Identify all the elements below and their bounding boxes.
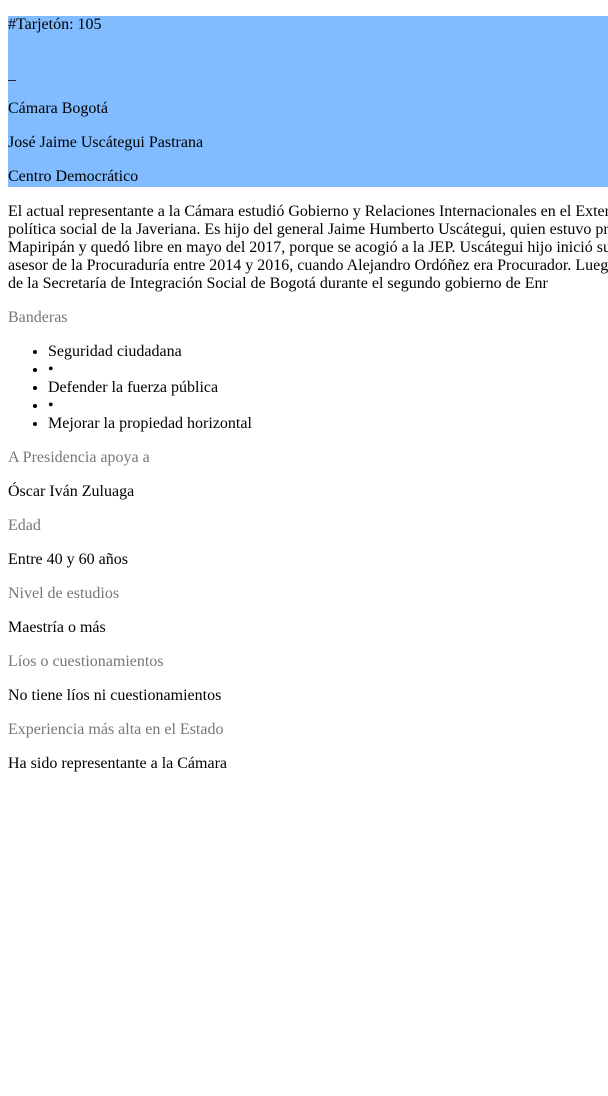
education-value: Maestría o más — [8, 619, 106, 636]
separator-underscore: _ — [8, 66, 16, 83]
experience-label: Experiencia más alta en el Estado — [8, 721, 224, 738]
bio-line: de la Secretaría de Integración Social d… — [8, 275, 548, 292]
banderas-list: Seguridad ciudadana • Defender la fuerza… — [8, 343, 608, 433]
party: Centro Democrático — [8, 168, 139, 185]
biography: El actual representante a la Cámara estu… — [8, 203, 608, 293]
banderas-label: Banderas — [8, 309, 68, 326]
presidency-label: A Presidencia apoya a — [8, 449, 150, 466]
ballot-number: #Tarjetón: 105 — [8, 16, 102, 33]
bio-line: Mapiripán y quedó libre en mayo del 2017… — [8, 239, 608, 256]
bio-line: asesor de la Procuraduría entre 2014 y 2… — [8, 257, 608, 274]
chamber: Cámara Bogotá — [8, 100, 108, 117]
list-item: • — [48, 361, 608, 379]
candidate-name: José Jaime Uscátegui Pastrana — [8, 134, 204, 151]
list-item: • — [48, 397, 608, 415]
controversies-value: No tiene líos ni cuestionamientos — [8, 687, 222, 704]
bio-line: política social de la Javeriana. Es hijo… — [8, 221, 608, 238]
list-item: Mejorar la propiedad horizontal — [48, 415, 608, 433]
controversies-label: Líos o cuestionamientos — [8, 653, 164, 670]
bio-line: El actual representante a la Cámara estu… — [8, 203, 608, 220]
age-label: Edad — [8, 517, 41, 534]
experience-value: Ha sido representante a la Cámara — [8, 755, 228, 772]
age-value: Entre 40 y 60 años — [8, 551, 128, 568]
candidate-header-card: #Tarjetón: 105 _ Cámara Bogotá José Jaim… — [8, 16, 608, 187]
list-item: Defender la fuerza pública — [48, 379, 608, 397]
education-label: Nivel de estudios — [8, 585, 120, 602]
presidency-value: Óscar Iván Zuluaga — [8, 483, 135, 500]
list-item: Seguridad ciudadana — [48, 343, 608, 361]
candidate-page: #Tarjetón: 105 _ Cámara Bogotá José Jaim… — [0, 16, 608, 773]
